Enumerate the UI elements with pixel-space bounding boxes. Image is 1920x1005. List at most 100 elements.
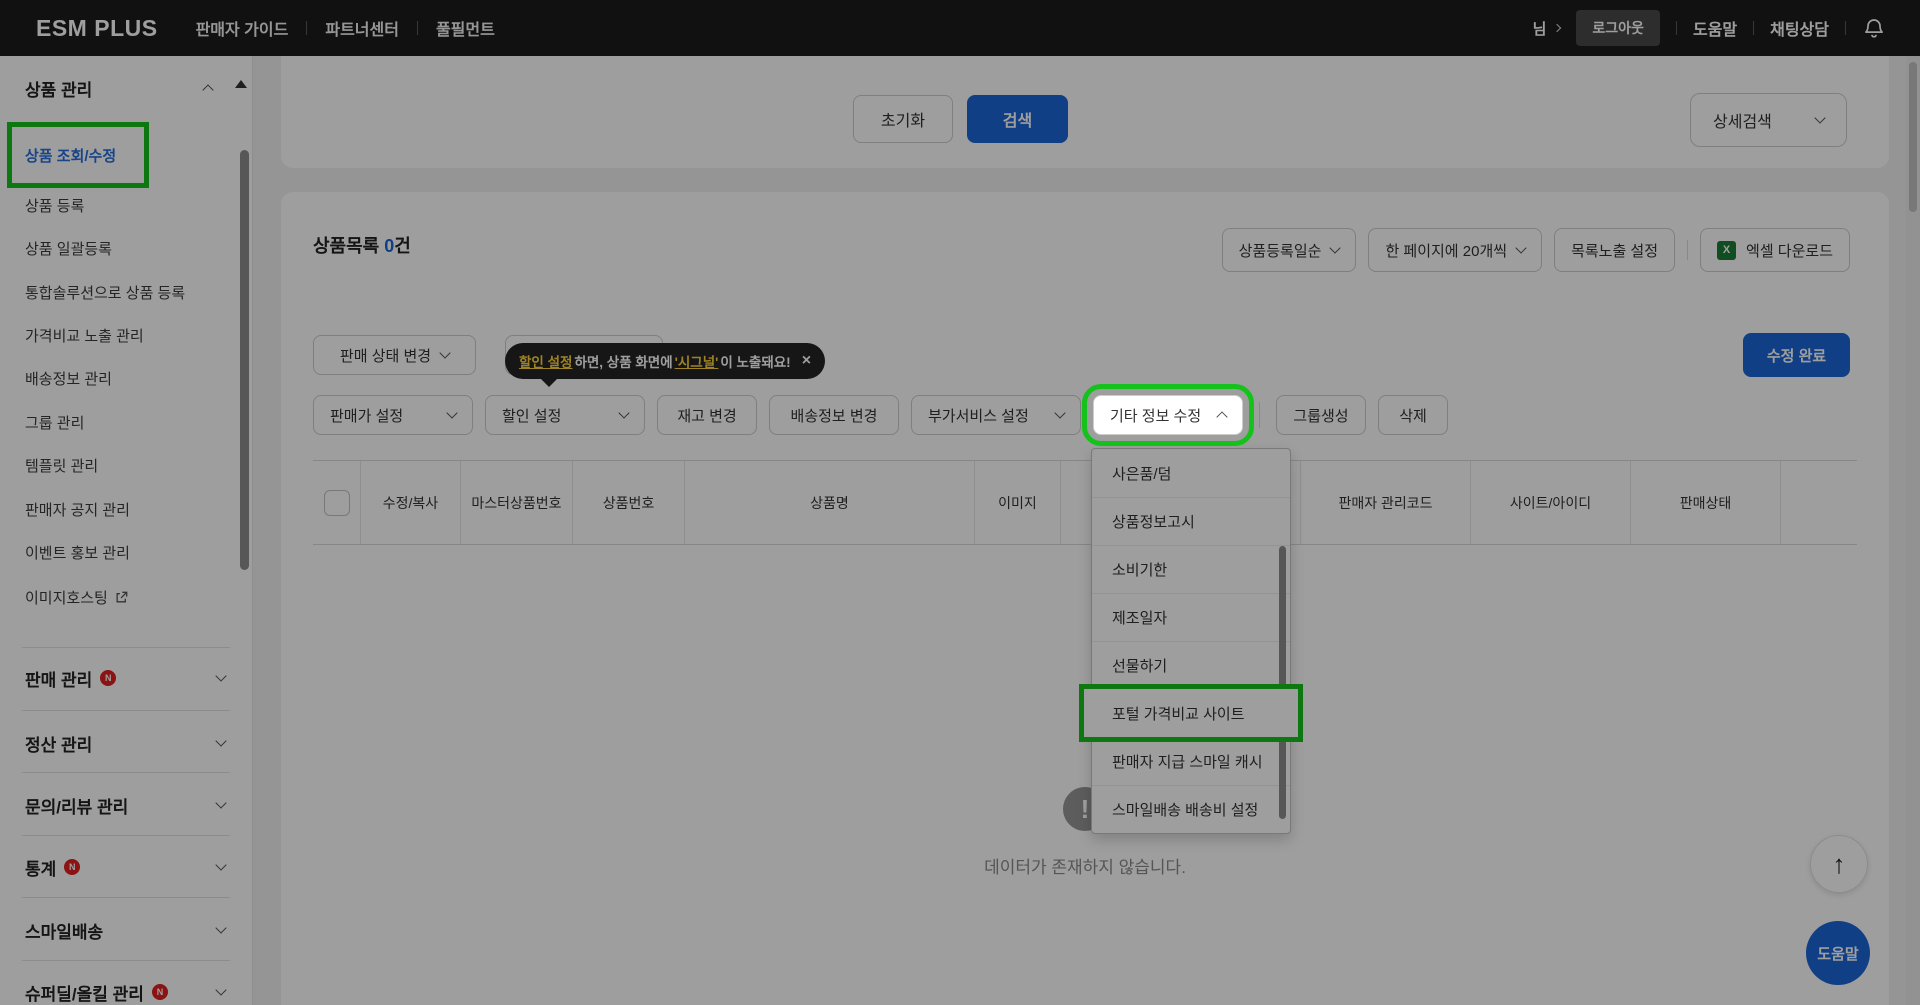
menu-item-smile-delivery-fee[interactable]: 스마일배송 배송비 설정 <box>1092 785 1290 833</box>
menu-item-gifting[interactable]: 선물하기 <box>1092 641 1290 689</box>
price-setting-select[interactable]: 판매가 설정 <box>313 395 473 435</box>
chevron-down-icon <box>1054 407 1066 419</box>
col-sale-status: 판매상태 <box>1631 461 1781 544</box>
bulk-edit-toolbar: 판매가 설정 할인 설정 재고 변경 배송정보 변경 부가서비스 설정 기타 정… <box>313 384 1448 446</box>
divider <box>22 960 230 961</box>
chevron-down-icon <box>215 670 227 682</box>
up-arrow-icon: ↑ <box>1832 848 1846 879</box>
nav-seller-guide[interactable]: 판매자 가이드 <box>196 16 289 40</box>
sidebar-item-product-register[interactable]: 상품 등록 <box>25 191 84 219</box>
sidebar-item-integrated-solution[interactable]: 통합솔루션으로 상품 등록 <box>25 278 185 306</box>
col-product-no: 상품번호 <box>573 461 685 544</box>
sidebar-item-bulk-register[interactable]: 상품 일괄등록 <box>25 234 112 262</box>
divider <box>22 835 230 836</box>
other-info-edit-select[interactable]: 기타 정보 수정 <box>1082 384 1254 446</box>
sort-order-select[interactable]: 상품등록일순 <box>1221 228 1357 272</box>
divider <box>22 710 230 711</box>
chevron-down-icon <box>215 922 227 934</box>
other-info-dropdown-menu: 사은품/덤 상품정보고시 소비기한 제조일자 선물하기 포털 가격비교 사이트 … <box>1079 448 1303 834</box>
chevron-up-icon <box>202 84 214 96</box>
chat-support-link[interactable]: 채팅상담 <box>1770 16 1829 40</box>
discount-setting-link[interactable]: 할인 설정 <box>519 351 572 371</box>
menu-item-portal-price-compare[interactable]: 포털 가격비교 사이트 <box>1079 684 1303 742</box>
search-button[interactable]: 검색 <box>967 95 1068 143</box>
divider <box>22 897 230 898</box>
logout-button[interactable]: 로그아웃 <box>1576 10 1660 46</box>
chevron-down-icon <box>215 984 227 996</box>
divider <box>1753 21 1755 35</box>
detail-search-label: 상세검색 <box>1713 114 1772 131</box>
floating-help-button[interactable]: 도움말 <box>1806 921 1870 985</box>
top-header: ESM PLUS 판매자 가이드 파트너센터 풀필먼트 님 로그아웃 도움말 채… <box>0 0 1920 56</box>
sidebar-section-sales-mgmt[interactable]: 판매 관리 N <box>25 658 227 698</box>
list-title-label: 상품목록 <box>313 236 380 256</box>
sidebar-item-template-mgmt[interactable]: 템플릿 관리 <box>25 451 98 479</box>
edit-complete-button[interactable]: 수정 완료 <box>1743 333 1850 377</box>
menu-scrollbar[interactable] <box>1279 546 1286 819</box>
col-site-id: 사이트/아이디 <box>1471 461 1631 544</box>
search-panel: 초기화 검색 상세검색 <box>281 56 1889 168</box>
new-badge: N <box>151 984 168 1000</box>
menu-item-product-info-notice[interactable]: 상품정보고시 <box>1092 497 1290 545</box>
menu-item-seller-smile-cash[interactable]: 판매자 지급 스마일 캐시 <box>1092 737 1290 785</box>
nav-fulfillment[interactable]: 풀필먼트 <box>436 16 495 40</box>
sidebar-item-event-promo[interactable]: 이벤트 홍보 관리 <box>25 538 130 566</box>
header-right: 님 로그아웃 도움말 채팅상담 <box>1533 10 1920 46</box>
sidebar-scrollbar[interactable] <box>240 150 249 570</box>
help-link[interactable]: 도움말 <box>1693 16 1737 40</box>
sidebar-group-product-mgmt[interactable]: 상품 관리 <box>25 74 214 102</box>
stock-change-button[interactable]: 재고 변경 <box>657 395 757 435</box>
page-scrollbar[interactable] <box>1909 62 1917 212</box>
account-label: 님 <box>1532 20 1547 38</box>
select-all-cell <box>313 461 361 544</box>
sidebar-section-smile-delivery[interactable]: 스마일배송 <box>25 910 227 950</box>
nav-partner-center[interactable]: 파트너센터 <box>325 16 399 40</box>
sidebar-item-product-search-edit[interactable]: 상품 조회/수정 <box>7 122 149 188</box>
sidebar-item-shipping-info[interactable]: 배송정보 관리 <box>25 364 112 392</box>
reset-button[interactable]: 초기화 <box>853 95 953 143</box>
divider <box>22 647 230 648</box>
delete-button[interactable]: 삭제 <box>1378 395 1448 435</box>
excel-download-button[interactable]: X 엑셀 다운로드 <box>1700 228 1850 272</box>
divider <box>1687 240 1689 260</box>
page-size-select[interactable]: 한 페이지에 20개씩 <box>1368 228 1543 272</box>
chevron-right-icon <box>1553 23 1562 33</box>
app-logo[interactable]: ESM PLUS <box>36 15 158 42</box>
scroll-to-top-button[interactable]: ↑ <box>1810 835 1868 893</box>
menu-item-manufacture-date[interactable]: 제조일자 <box>1092 593 1290 641</box>
group-create-button[interactable]: 그룹생성 <box>1276 395 1366 435</box>
col-product-name: 상품명 <box>685 461 975 544</box>
chevron-down-icon <box>1515 242 1527 254</box>
menu-item-expiration-date[interactable]: 소비기한 <box>1092 545 1290 593</box>
chevron-down-icon <box>1329 242 1342 254</box>
menu-item-gift-extra[interactable]: 사은품/덤 <box>1092 449 1290 497</box>
addon-service-select[interactable]: 부가서비스 설정 <box>911 395 1081 435</box>
chevron-down-icon <box>618 407 630 419</box>
sidebar-section-inquiry-review[interactable]: 문의/리뷰 관리 <box>25 785 227 825</box>
tooltip-close-icon[interactable]: × <box>802 352 811 370</box>
column-settings-button[interactable]: 목록노출 설정 <box>1554 228 1676 272</box>
list-header-tools: 상품등록일순 한 페이지에 20개씩 목록노출 설정 X 엑셀 다운로드 <box>1221 228 1850 272</box>
chevron-down-icon <box>215 859 227 871</box>
sidebar-item-seller-notice[interactable]: 판매자 공지 관리 <box>25 495 130 523</box>
detail-search-toggle[interactable]: 상세검색 <box>1690 93 1847 147</box>
sidebar-item-price-compare-exposure[interactable]: 가격비교 노출 관리 <box>25 321 144 349</box>
external-link-icon <box>116 591 128 602</box>
notification-bell-icon[interactable] <box>1862 16 1886 40</box>
discount-setting-select[interactable]: 할인 설정 <box>485 395 645 435</box>
sale-status-change-select[interactable]: 판매 상태 변경 <box>313 335 476 375</box>
account-menu[interactable]: 님 <box>1532 18 1562 39</box>
sidebar-item-group-mgmt[interactable]: 그룹 관리 <box>25 408 84 436</box>
page-scrollbar-track <box>1906 56 1920 1005</box>
sidebar-scroll-up-icon[interactable] <box>235 80 247 88</box>
sidebar-item-image-hosting[interactable]: 이미지호스팅 <box>25 583 128 611</box>
divider <box>306 21 308 35</box>
sidebar-item-label: 상품 조회/수정 <box>25 147 117 165</box>
divider <box>1675 21 1677 35</box>
sidebar-section-statistics[interactable]: 통계 N <box>25 847 227 887</box>
sidebar-section-superdeal-allkill[interactable]: 슈퍼딜/올킬 관리 N <box>25 972 227 1005</box>
select-all-checkbox[interactable] <box>323 489 350 516</box>
shipping-info-change-button[interactable]: 배송정보 변경 <box>769 395 899 435</box>
sidebar-section-settlement-mgmt[interactable]: 정산 관리 <box>25 723 227 763</box>
new-badge: N <box>100 670 117 686</box>
